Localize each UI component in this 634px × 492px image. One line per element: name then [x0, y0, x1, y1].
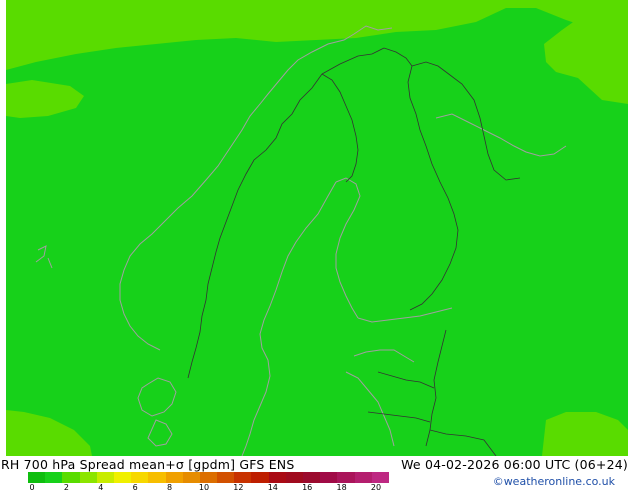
colorbar-swatch	[131, 472, 149, 483]
colorbar-swatch	[303, 472, 321, 483]
colorbar-swatch	[79, 472, 97, 483]
colorbar-tick: 12	[233, 483, 244, 492]
title-bar: RH 700 hPa Spread mean+σ [gpdm] GFS ENS …	[0, 456, 634, 472]
colorbar-tick: 16	[302, 483, 313, 492]
colorbar-swatch	[148, 472, 166, 483]
colorbar-swatch	[217, 472, 235, 483]
colorbar-tick: 4	[98, 483, 104, 492]
colorbar-tick: 0	[29, 483, 35, 492]
colorbar-tick: 2	[63, 483, 69, 492]
colorbar-tick: 14	[267, 483, 278, 492]
map-panel	[6, 0, 628, 456]
colorbar-swatch	[182, 472, 200, 483]
map-canvas	[6, 0, 628, 456]
colorbar-swatch	[320, 472, 338, 483]
colorbar-swatch	[96, 472, 114, 483]
colorbar-swatch	[251, 472, 269, 483]
colorbar-swatch	[337, 472, 355, 483]
colorbar	[28, 472, 389, 483]
colorbar-swatch	[45, 472, 63, 483]
colorbar-swatch	[165, 472, 183, 483]
colorbar-tick: 20	[370, 483, 382, 492]
colorbar-swatch	[354, 472, 372, 483]
colorbar-swatch	[28, 472, 46, 483]
colorbar-swatch	[371, 472, 389, 483]
colorbar-swatch	[62, 472, 80, 483]
colorbar-tick: 8	[167, 483, 173, 492]
valid-time: We 04-02-2026 06:00 UTC (06+24)	[401, 457, 628, 472]
colorbar-swatch	[199, 472, 218, 483]
credit-text: ©weatheronline.co.uk	[492, 475, 615, 488]
colorbar-tick: 18	[336, 483, 347, 492]
product-title: RH 700 hPa Spread mean+σ [gpdm] GFS ENS	[1, 457, 295, 472]
map-background	[6, 0, 628, 456]
colorbar-swatch	[113, 472, 132, 483]
colorbar-swatch	[234, 472, 252, 483]
colorbar-tick: 10	[198, 483, 210, 492]
colorbar-swatch	[268, 472, 286, 483]
colorbar-tick: 6	[132, 483, 138, 492]
colorbar-swatch	[285, 472, 303, 483]
